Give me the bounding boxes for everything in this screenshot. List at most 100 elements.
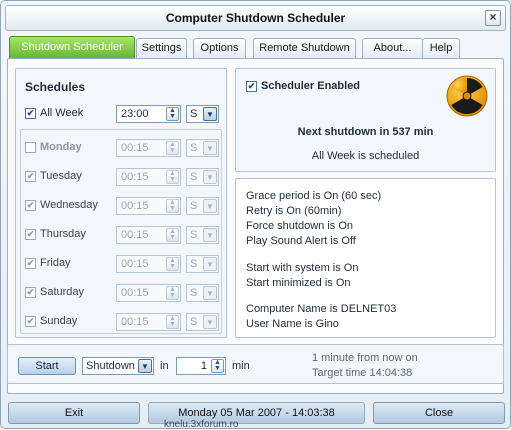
status-panel: ✔ Scheduler Enabled Next shutdown in 537… bbox=[235, 68, 496, 172]
wednesday-label: Wednesday bbox=[40, 199, 98, 211]
thursday-time-spinner[interactable]: 00:15 ▲ ▼ bbox=[116, 226, 181, 244]
info-panel: Grace period is On (60 sec) Retry is On … bbox=[235, 178, 496, 338]
thursday-time-value: 00:15 bbox=[121, 229, 149, 241]
saturday-label: Saturday bbox=[40, 286, 85, 298]
target-time-text: Target time 14:04:38 bbox=[312, 367, 413, 379]
tuesday-time-value: 00:15 bbox=[121, 171, 149, 183]
wednesday-unit-value: S bbox=[190, 200, 198, 212]
dropdown-arrow-icon[interactable]: ▼ bbox=[203, 228, 217, 242]
thursday-unit-value: S bbox=[190, 229, 198, 241]
dropdown-arrow-icon[interactable]: ▼ bbox=[203, 170, 217, 184]
action-value: Shutdown bbox=[86, 360, 135, 372]
spin-arrows-icon[interactable]: ▲ ▼ bbox=[166, 228, 179, 242]
in-label: in bbox=[160, 360, 169, 372]
sunday-time-spinner[interactable]: 00:15 ▲ ▼ bbox=[116, 313, 181, 331]
dropdown-arrow-icon[interactable]: ▼ bbox=[203, 257, 217, 271]
spin-arrows-icon[interactable]: ▲ ▼ bbox=[166, 315, 179, 329]
spin-arrows-icon[interactable]: ▲ ▼ bbox=[211, 359, 224, 373]
friday-time-spinner[interactable]: 00:15 ▲ ▼ bbox=[116, 255, 181, 273]
sunday-label: Sunday bbox=[40, 315, 78, 327]
all-week-time-spinner[interactable]: 23:00 ▲ ▼ bbox=[116, 105, 181, 123]
amount-spinner[interactable]: 1 ▲ ▼ bbox=[176, 357, 226, 375]
all-week-unit-dropdown[interactable]: S ▼ bbox=[186, 105, 219, 123]
next-shutdown-text: Next shutdown in 537 min bbox=[297, 126, 434, 138]
tab-help[interactable]: Help bbox=[422, 38, 460, 58]
all-week-label: All Week bbox=[40, 107, 84, 119]
dropdown-arrow-icon[interactable]: ▼ bbox=[203, 199, 217, 213]
close-button[interactable]: Close bbox=[373, 402, 505, 424]
tuesday-unit-value: S bbox=[190, 171, 198, 183]
quick-start-bar: Start Shutdown ▼ in 1 ▲ ▼ min 1 minute fr… bbox=[7, 344, 504, 384]
friday-unit-value: S bbox=[190, 258, 198, 270]
start-with-system-text: Start with system is On bbox=[246, 262, 359, 274]
saturday-unit-dropdown[interactable]: S ▼ bbox=[186, 284, 219, 302]
friday-unit-dropdown[interactable]: S ▼ bbox=[186, 255, 219, 273]
schedules-heading: Schedules bbox=[25, 80, 86, 94]
saturday-unit-value: S bbox=[190, 287, 198, 299]
thursday-checkbox[interactable]: ✔ bbox=[25, 229, 36, 240]
tuesday-time-spinner[interactable]: 00:15 ▲ ▼ bbox=[116, 168, 181, 186]
monday-label: Monday bbox=[40, 141, 82, 153]
schedule-note-text: All Week is scheduled bbox=[311, 150, 420, 162]
tab-about[interactable]: About... bbox=[362, 38, 423, 58]
monday-time-value: 00:15 bbox=[121, 142, 149, 154]
spin-arrows-icon[interactable]: ▲ ▼ bbox=[166, 170, 179, 184]
spin-arrows-icon[interactable]: ▲ ▼ bbox=[166, 199, 179, 213]
tab-remote-shutdown[interactable]: Remote Shutdown bbox=[253, 38, 356, 58]
wednesday-checkbox[interactable]: ✔ bbox=[25, 200, 36, 211]
sunday-checkbox[interactable]: ✔ bbox=[25, 316, 36, 327]
start-minimized-text: Start minimized is On bbox=[246, 277, 351, 289]
start-button[interactable]: Start bbox=[18, 357, 76, 375]
app-window: Computer Shutdown Scheduler × Shutdown S… bbox=[0, 0, 511, 430]
wednesday-time-spinner[interactable]: 00:15 ▲ ▼ bbox=[116, 197, 181, 215]
amount-value: 1 bbox=[200, 360, 207, 372]
window-close-button[interactable]: × bbox=[485, 10, 501, 26]
all-week-unit-value: S bbox=[190, 108, 198, 120]
schedules-panel: Schedules ✔ All Week 23:00 ▲ ▼ S ▼ Monday… bbox=[15, 68, 227, 338]
friday-checkbox[interactable]: ✔ bbox=[25, 258, 36, 269]
scheduler-enabled-checkbox[interactable]: ✔ bbox=[246, 81, 257, 92]
all-week-checkbox[interactable]: ✔ bbox=[25, 108, 36, 119]
thursday-unit-dropdown[interactable]: S ▼ bbox=[186, 226, 219, 244]
saturday-time-value: 00:15 bbox=[121, 287, 149, 299]
countdown-hint: 1 minute from now on bbox=[312, 352, 418, 364]
wednesday-unit-dropdown[interactable]: S ▼ bbox=[186, 197, 219, 215]
title-bar: Computer Shutdown Scheduler × bbox=[5, 5, 506, 31]
dropdown-arrow-icon[interactable]: ▼ bbox=[203, 107, 217, 121]
scheduler-enabled-label: Scheduler Enabled bbox=[261, 80, 361, 92]
dropdown-arrow-icon[interactable]: ▼ bbox=[203, 286, 217, 300]
spin-arrows-icon[interactable]: ▲ ▼ bbox=[166, 107, 179, 121]
tab-options[interactable]: Options bbox=[193, 38, 246, 58]
spin-arrows-icon[interactable]: ▲ ▼ bbox=[166, 286, 179, 300]
action-dropdown[interactable]: Shutdown ▼ bbox=[82, 357, 154, 375]
saturday-time-spinner[interactable]: 00:15 ▲ ▼ bbox=[116, 284, 181, 302]
monday-unit-dropdown[interactable]: S ▼ bbox=[186, 139, 219, 157]
dropdown-arrow-icon[interactable]: ▼ bbox=[203, 141, 217, 155]
tuesday-unit-dropdown[interactable]: S ▼ bbox=[186, 168, 219, 186]
force-shutdown-text: Force shutdown is On bbox=[246, 220, 353, 232]
grace-period-text: Grace period is On (60 sec) bbox=[246, 190, 382, 202]
spin-arrows-icon[interactable]: ▲ ▼ bbox=[166, 257, 179, 271]
radiation-icon bbox=[446, 75, 488, 117]
monday-checkbox[interactable] bbox=[25, 142, 36, 153]
sound-alert-text: Play Sound Alert is Off bbox=[246, 235, 356, 247]
dropdown-arrow-icon[interactable]: ▼ bbox=[138, 359, 152, 373]
exit-button[interactable]: Exit bbox=[8, 402, 140, 424]
tuesday-checkbox[interactable]: ✔ bbox=[25, 171, 36, 182]
thursday-label: Thursday bbox=[40, 228, 86, 240]
watermark-text: knelu.3xforum.ro bbox=[164, 419, 239, 430]
dropdown-arrow-icon[interactable]: ▼ bbox=[203, 315, 217, 329]
tab-shutdown-scheduler[interactable]: Shutdown Scheduler bbox=[9, 36, 135, 59]
sunday-unit-value: S bbox=[190, 316, 198, 328]
wednesday-time-value: 00:15 bbox=[121, 200, 149, 212]
user-name-text: User Name is Gino bbox=[246, 318, 339, 330]
window-title: Computer Shutdown Scheduler bbox=[165, 11, 346, 25]
monday-unit-value: S bbox=[190, 142, 198, 154]
sunday-unit-dropdown[interactable]: S ▼ bbox=[186, 313, 219, 331]
monday-time-spinner[interactable]: 00:15 ▲ ▼ bbox=[116, 139, 181, 157]
retry-text: Retry is On (60min) bbox=[246, 205, 342, 217]
spin-arrows-icon[interactable]: ▲ ▼ bbox=[166, 141, 179, 155]
tab-settings[interactable]: Settings bbox=[136, 38, 187, 58]
computer-name-text: Computer Name is DELNET03 bbox=[246, 303, 397, 315]
saturday-checkbox[interactable]: ✔ bbox=[25, 287, 36, 298]
